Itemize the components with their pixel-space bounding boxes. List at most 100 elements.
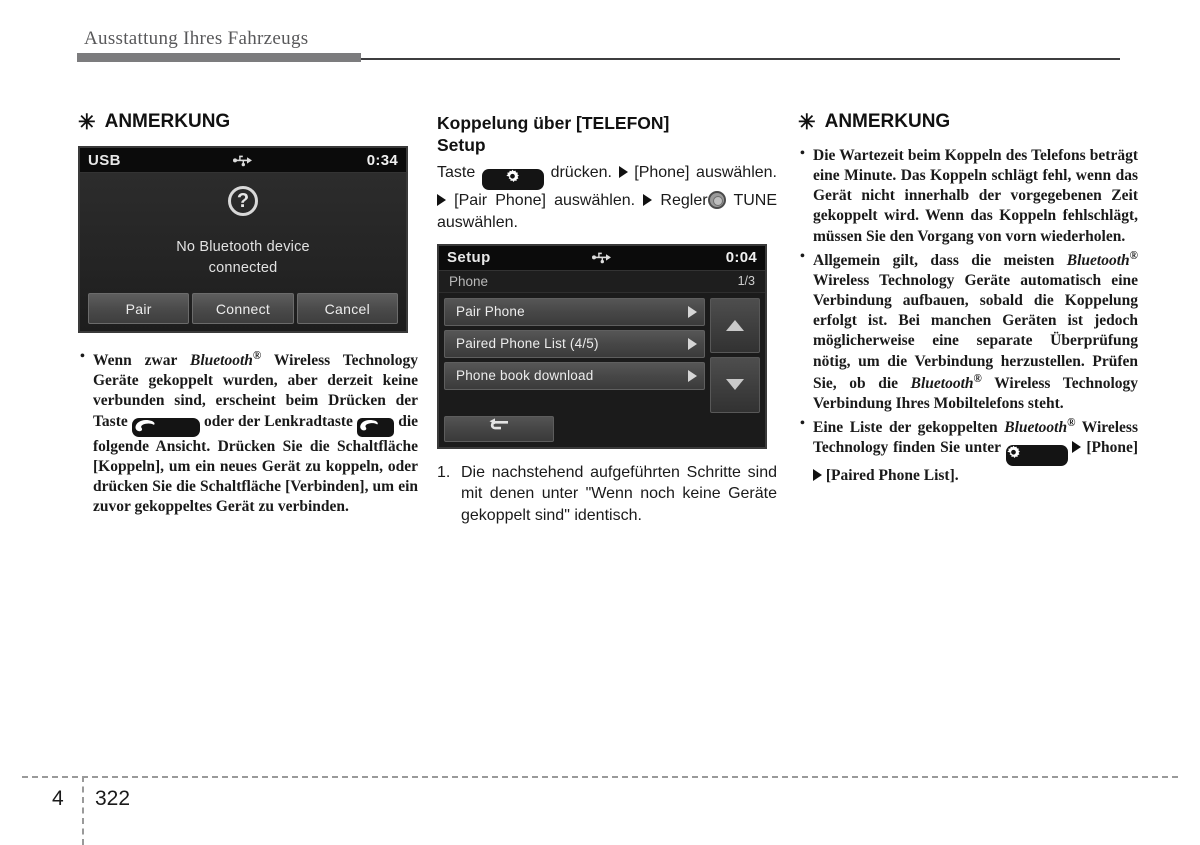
registered-mark: ® xyxy=(1129,249,1138,262)
list-item: Allgemein gilt, dass die meisten Bluetoo… xyxy=(798,248,1138,414)
arrow-right-icon-4 xyxy=(1072,441,1082,454)
left-note-heading-label: ANMERKUNG xyxy=(104,111,231,133)
section-heading-line2: Setup xyxy=(437,135,486,156)
usb-screen-clock: 0:34 xyxy=(366,151,398,169)
right-bullet-3-part-c: [Phone] xyxy=(1086,439,1139,457)
setup-screen-footer xyxy=(439,412,765,447)
chevron-right-icon xyxy=(688,305,697,318)
usb-screen-dialog: ? No Bluetooth device connected Pair Con… xyxy=(80,173,406,331)
question-mark-icon: ? xyxy=(228,186,258,216)
setup-screen-scroll-controls xyxy=(710,297,760,413)
section-heading-line1: Koppelung über [TELEFON] xyxy=(437,113,670,133)
usb-screen-message-line1: No Bluetooth device xyxy=(176,239,310,255)
right-note-heading: ✳ ANMERKUNG xyxy=(798,111,1138,134)
list-item: 1. Die nachstehend aufgeführten Schritte… xyxy=(437,462,777,527)
bluetooth-wordmark: Bluetooth xyxy=(910,374,974,392)
right-column: ✳ ANMERKUNG Die Wartezeit beim Koppeln d… xyxy=(798,111,1139,489)
list-item-number: 1. xyxy=(437,463,451,481)
list-item: Eine Liste der gekoppelten Bluetooth® Wi… xyxy=(798,415,1139,486)
chevron-right-icon xyxy=(688,369,697,382)
left-bullet-part3: oder der Lenkradtaste xyxy=(199,412,353,430)
footer-divider xyxy=(22,776,1178,778)
usb-screen-message: No Bluetooth device connected xyxy=(80,237,406,278)
arrow-right-icon-2 xyxy=(437,194,446,207)
list-item: Die Wartezeit beim Koppeln des Telefons … xyxy=(798,145,1138,247)
header-rule-thick xyxy=(77,53,361,62)
setup-row-label: Paired Phone List (4/5) xyxy=(456,336,599,352)
setup-row-pair-phone[interactable]: Pair Phone xyxy=(444,297,705,326)
cancel-button[interactable]: Cancel xyxy=(296,293,398,324)
bluetooth-wordmark: Bluetooth xyxy=(190,352,253,370)
scroll-up-icon xyxy=(726,319,744,331)
tune-knob-icon xyxy=(707,191,726,210)
right-bullet-2-part-a: Allgemein gilt, dass die meisten xyxy=(813,251,1067,269)
back-icon xyxy=(486,418,512,439)
instruction-regler-label: Regler xyxy=(660,192,708,210)
page-header: Ausstattung Ihres Fahrzeugs xyxy=(0,0,1200,70)
usb-screen-title: USB xyxy=(88,151,121,169)
usb-screen-message-line2: connected xyxy=(208,259,278,276)
footer-vertical-divider xyxy=(82,776,84,845)
bluetooth-wordmark: Bluetooth xyxy=(1004,419,1068,437)
setup-screen-body: Pair Phone Paired Phone List (4/5) Phone… xyxy=(439,292,765,413)
instruction-phone-label: [Phone] auswählen. xyxy=(634,164,777,182)
list-item-text: Die nachstehend aufgeführten Schritte si… xyxy=(461,463,777,524)
setup-screen-titlebar: Setup 0:04 xyxy=(439,245,765,271)
left-note-heading: ✳ ANMERKUNG xyxy=(78,111,418,134)
asterisk-icon: ✳ xyxy=(78,111,96,134)
setup-row-paired-phone-list[interactable]: Paired Phone List (4/5) xyxy=(444,329,705,358)
usb-icon xyxy=(233,154,253,167)
instruction-druecken-label: drücken. xyxy=(550,164,612,182)
scroll-down-icon xyxy=(726,379,744,391)
usb-screen-button-row: Pair Connect Cancel xyxy=(88,293,398,324)
setup-row-label: Phone book download xyxy=(456,368,594,384)
phone-key-icon xyxy=(131,417,200,437)
right-bullet-3-part-a: Eine Liste der gekoppelten xyxy=(813,419,1005,437)
chapter-number: 4 xyxy=(52,787,64,810)
registered-mark: ® xyxy=(973,372,982,385)
back-button[interactable] xyxy=(444,415,554,442)
setup-screen: Setup 0:04 Phone 1/3 Pair Phone Paired P… xyxy=(437,243,767,449)
page-number: 322 xyxy=(95,787,131,810)
usb-screen-titlebar: USB 0:34 xyxy=(80,148,406,173)
setup-gear-key-icon xyxy=(481,169,544,191)
right-note-heading-label: ANMERKUNG xyxy=(824,111,951,133)
setup-row-phone-book-download[interactable]: Phone book download xyxy=(444,361,705,390)
setup-screen-page-indicator: 1/3 xyxy=(737,274,755,289)
left-column: ✳ ANMERKUNG USB 0:34 ? No Bluetooth devi… xyxy=(78,111,418,520)
setup-screen-clock: 0:04 xyxy=(725,249,757,267)
arrow-right-icon-3 xyxy=(643,194,653,207)
usb-icon xyxy=(592,251,612,264)
setup-screen-list: Pair Phone Paired Phone List (4/5) Phone… xyxy=(444,297,705,413)
arrow-right-icon-1 xyxy=(618,166,628,179)
arrow-right-icon-5 xyxy=(813,469,822,482)
section-heading: Koppelung über [TELEFON] Setup xyxy=(437,112,777,156)
setup-gear-key-icon xyxy=(1005,445,1068,467)
asterisk-icon: ✳ xyxy=(798,111,816,134)
list-item: Wenn zwar Bluetooth® Wireless Technology… xyxy=(78,348,418,518)
connect-button[interactable]: Connect xyxy=(192,293,294,324)
instruction-taste-label: Taste xyxy=(437,164,476,182)
pairing-instruction: Taste drücken. [Phone] auswählen. [Pair … xyxy=(437,162,777,233)
setup-screen-subheader: Phone 1/3 xyxy=(439,270,765,293)
middle-column: Koppelung über [TELEFON] Setup Taste drü… xyxy=(437,112,777,526)
setup-screen-title: Setup xyxy=(447,249,491,267)
right-bullet-3-part-d: [Paired Phone List]. xyxy=(825,467,959,485)
setup-screen-subtitle: Phone xyxy=(449,273,489,289)
right-bullet-list: Die Wartezeit beim Koppeln des Telefons … xyxy=(798,145,1139,487)
steering-wheel-phone-key-icon xyxy=(357,418,395,438)
numbered-list: 1. Die nachstehend aufgeführten Schritte… xyxy=(437,462,777,527)
pair-button[interactable]: Pair xyxy=(88,293,190,324)
page-title: Ausstattung Ihres Fahrzeugs xyxy=(84,28,309,49)
scroll-up-button[interactable] xyxy=(710,297,760,354)
usb-screen: USB 0:34 ? No Bluetooth device connected… xyxy=(78,146,408,333)
left-bullet-list: Wenn zwar Bluetooth® Wireless Technology… xyxy=(78,348,418,518)
scroll-down-button[interactable] xyxy=(710,357,760,413)
bluetooth-wordmark: Bluetooth xyxy=(1066,251,1130,269)
chevron-right-icon xyxy=(688,337,697,350)
setup-row-label: Pair Phone xyxy=(456,304,525,320)
right-bullet-1-text: Die Wartezeit beim Koppeln des Telefons … xyxy=(813,147,1138,245)
instruction-pairphone-label: [Pair Phone] auswählen. xyxy=(454,192,636,210)
left-bullet-part1: Wenn zwar xyxy=(93,352,191,370)
registered-mark: ® xyxy=(252,350,262,362)
